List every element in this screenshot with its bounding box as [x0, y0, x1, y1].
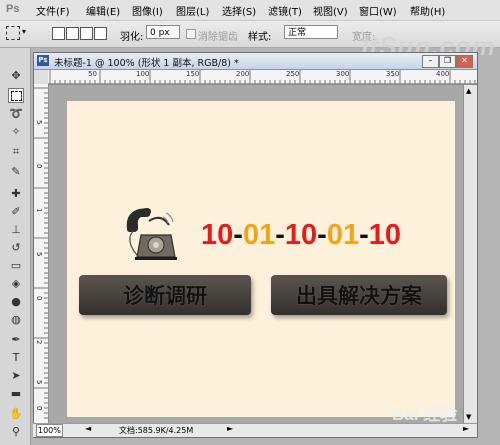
pen-tool-icon[interactable]: ✒	[8, 332, 24, 347]
phone-number-segment: -	[275, 219, 285, 251]
document-window: Ps 未标题-1 @ 100% (形状 1 副本, RGB/8) * – ❐ ✕…	[33, 52, 478, 438]
status-bar: 100% ◄ 文档:585.9K/4.25M ► ►	[33, 423, 477, 437]
path-selection-tool-icon[interactable]: ➤	[8, 368, 24, 383]
status-menu-icon[interactable]: ►	[227, 424, 233, 433]
close-icon[interactable]: ✕	[456, 55, 473, 68]
new-selection-icon[interactable]	[52, 27, 65, 40]
menu-bar: Ps 文件(F) 编辑(E) 图像(I) 图层(L) 选择(S) 滤镜(T) 视…	[0, 0, 500, 21]
style-label: 样式:	[248, 32, 272, 43]
solution-proposal-button[interactable]: 出具解决方案	[271, 275, 447, 315]
move-tool-icon[interactable]: ✥	[8, 68, 24, 83]
ruler-tick: 150	[186, 70, 200, 78]
canvas-area[interactable]: 10-01-10-01-10 诊断调研 出具解决方案	[49, 85, 463, 423]
antialias-checkbox[interactable]	[186, 29, 196, 39]
ruler-tick: 400	[436, 70, 450, 78]
document-info: 文档:585.9K/4.25M	[119, 426, 194, 435]
document-title: 未标题-1 @ 100% (形状 1 副本, RGB/8) *	[54, 58, 239, 69]
history-brush-tool-icon[interactable]: ↺	[8, 240, 24, 255]
eraser-tool-icon[interactable]: ▭	[8, 258, 24, 273]
menu-filter[interactable]: 滤镜(T)	[268, 3, 302, 18]
ruler-tick: 2	[35, 340, 43, 345]
ruler-tick: 1	[35, 208, 43, 213]
menu-layer[interactable]: 图层(L)	[176, 3, 209, 18]
phone-number-segment: 10	[284, 219, 318, 251]
hand-tool-icon[interactable]: ✋	[8, 406, 24, 421]
brush-tool-icon[interactable]: ✐	[8, 204, 24, 219]
blur-tool-icon[interactable]: ●	[8, 294, 24, 309]
phone-number-segment: -	[359, 219, 369, 251]
zoom-tool-icon[interactable]: ⚲	[8, 424, 24, 439]
feather-input[interactable]: 0 px	[146, 25, 180, 39]
phone-number-segment: 10	[201, 219, 234, 251]
minimize-icon[interactable]: –	[422, 55, 439, 68]
ruler-tick: 5	[35, 380, 43, 385]
paint-bucket-tool-icon[interactable]: ◈	[8, 276, 24, 291]
subtract-selection-icon[interactable]	[80, 27, 93, 40]
photoshop-logo: Ps	[6, 3, 20, 15]
clone-stamp-tool-icon[interactable]: ⊥	[8, 222, 24, 237]
ruler-tick: 200	[236, 70, 250, 78]
ruler-tick: 0	[35, 296, 43, 301]
chevron-down-icon[interactable]: ▾	[22, 27, 26, 36]
scroll-down-icon[interactable]: ▼	[466, 413, 471, 421]
zoom-level[interactable]: 100%	[36, 424, 63, 437]
document-titlebar[interactable]: Ps 未标题-1 @ 100% (形状 1 副本, RGB/8) * – ❐ ✕	[34, 53, 477, 70]
feather-label: 羽化:	[120, 32, 144, 43]
marquee-tool-icon[interactable]	[6, 26, 20, 40]
scroll-up-icon[interactable]: ▲	[466, 87, 471, 95]
canvas[interactable]: 10-01-10-01-10 诊断调研 出具解决方案	[67, 101, 455, 417]
ruler-tick: 5	[35, 252, 43, 257]
restore-icon[interactable]: ❐	[439, 55, 456, 68]
magic-wand-tool-icon[interactable]: ✧	[8, 124, 24, 139]
ruler-origin[interactable]	[34, 70, 49, 85]
dodge-tool-icon[interactable]: ◍	[8, 312, 24, 327]
style-select[interactable]: 正常	[284, 25, 338, 39]
phone-number: 10-01-10-01-10	[201, 219, 401, 252]
ruler-tick: 100	[136, 70, 150, 78]
diagnosis-research-label: 诊断调研	[123, 284, 207, 308]
intersect-selection-icon[interactable]	[94, 27, 107, 40]
phone-number-segment: 01	[326, 219, 360, 251]
options-bar: ▾ 羽化: 0 px 消除锯齿 样式: 正常 宽度: ItSun.com	[0, 21, 500, 61]
vertical-ruler[interactable]: 5 0 1 5 0 2 5 0	[34, 84, 49, 423]
antialias-label: 消除锯齿	[198, 32, 238, 43]
baidu-watermark: Bai 经验	[392, 405, 458, 424]
ruler-tick: 5	[35, 120, 43, 125]
ruler-tick: 50	[88, 70, 97, 78]
phone-number-segment: 01	[242, 219, 276, 251]
horizontal-ruler[interactable]: 50 100 150 200 250 300 350 400	[48, 70, 477, 85]
eyedropper-tool-icon[interactable]: ✎	[8, 164, 24, 179]
ruler-tick: 0	[35, 164, 43, 169]
menu-edit[interactable]: 编辑(E)	[86, 3, 120, 18]
ruler-tick: 350	[386, 70, 400, 78]
telephone-icon	[126, 208, 177, 260]
vertical-scrollbar[interactable]: ▲ ▼	[463, 85, 477, 423]
lasso-tool-icon[interactable]: ➰	[8, 106, 24, 121]
status-arrow-icon[interactable]: ◄	[85, 424, 91, 433]
menu-image[interactable]: 图像(I)	[132, 3, 163, 18]
add-selection-icon[interactable]	[66, 27, 79, 40]
menu-help[interactable]: 帮助(H)	[410, 3, 445, 18]
solution-proposal-label: 出具解决方案	[296, 284, 422, 308]
shape-tool-icon[interactable]: ▬	[8, 386, 24, 401]
menu-window[interactable]: 窗口(W)	[359, 3, 397, 18]
crop-tool-icon[interactable]: ⌗	[8, 144, 24, 159]
phone-number-segment: 10	[368, 219, 402, 251]
ps-document-icon: Ps	[37, 55, 49, 66]
diagnosis-research-button[interactable]: 诊断调研	[79, 275, 251, 315]
ruler-tick: 300	[336, 70, 350, 78]
ruler-tick: 0	[35, 406, 43, 411]
menu-view[interactable]: 视图(V)	[313, 3, 348, 18]
menu-file[interactable]: 文件(F)	[36, 3, 70, 18]
ruler-tick: 250	[286, 70, 300, 78]
menu-select[interactable]: 选择(S)	[222, 3, 256, 18]
marquee-tool-icon[interactable]	[8, 88, 24, 103]
phone-number-segment: -	[233, 219, 243, 251]
type-tool-icon[interactable]: T	[8, 350, 24, 365]
scroll-right-icon[interactable]: ►	[463, 424, 469, 433]
healing-brush-tool-icon[interactable]: ✚	[8, 186, 24, 201]
phone-number-segment: -	[317, 219, 327, 251]
toolbox: ✥ ➰ ✧ ⌗ ✎ ✚ ✐ ⊥ ↺ ▭ ◈ ● ◍ ✒ T ➤ ▬ ✋ ⚲	[0, 48, 31, 445]
